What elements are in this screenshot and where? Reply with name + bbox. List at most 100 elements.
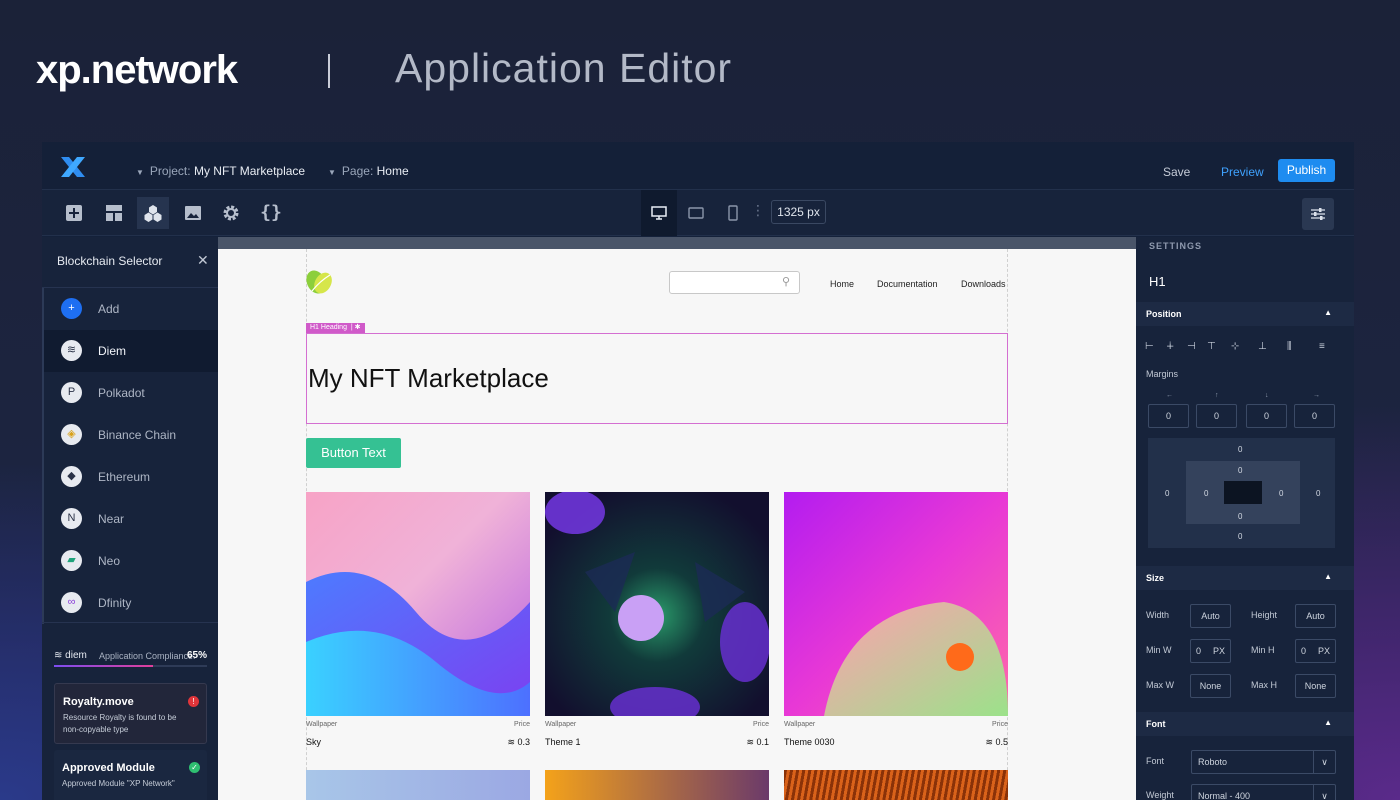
position-section-header[interactable]: Position ▲ — [1136, 302, 1354, 326]
min-width-input[interactable]: 0 PX — [1190, 639, 1231, 663]
add-chain-item[interactable]: + Add — [42, 288, 218, 330]
max-width-input[interactable]: None — [1190, 674, 1231, 698]
mobile-icon[interactable] — [715, 190, 751, 236]
chain-item-ethereum[interactable]: ◆ Ethereum — [42, 456, 218, 498]
padding-bottom-value[interactable]: 0 — [1238, 512, 1242, 521]
font-select[interactable]: Roboto ∨ — [1191, 750, 1336, 774]
align-bottom-icon[interactable]: ⊥ — [1258, 341, 1267, 352]
search-icon: ⚲ — [781, 276, 790, 288]
align-top-icon[interactable]: ⊤ — [1207, 341, 1216, 352]
preview-button[interactable]: Preview — [1221, 165, 1264, 179]
site-search-input[interactable]: ⚲ — [669, 271, 800, 294]
selected-heading-block[interactable]: My NFT Marketplace — [306, 333, 1008, 424]
tablet-icon[interactable] — [678, 190, 714, 236]
nav-link-documentation[interactable]: Documentation — [877, 279, 938, 289]
site-cta-button[interactable]: Button Text — [306, 438, 401, 468]
nft-image — [306, 492, 530, 716]
blocks-icon[interactable] — [137, 197, 169, 229]
padding-right-value[interactable]: 0 — [1279, 489, 1283, 498]
editor-window: ▼ Project: My NFT Marketplace ▼ Page: Home… — [42, 142, 1354, 800]
compliance-progress-fill — [54, 665, 154, 667]
weight-select[interactable]: Normal - 400 ∨ — [1191, 784, 1336, 800]
site-heading[interactable]: My NFT Marketplace — [308, 363, 549, 394]
margin-top-value[interactable]: 0 — [1238, 445, 1242, 454]
chain-item-near[interactable]: N Near — [42, 498, 218, 540]
padding-left-value[interactable]: 0 — [1204, 489, 1208, 498]
nft-card[interactable]: Wallpaper Price Sky ≋ 0.3 — [306, 492, 530, 747]
check-icon: ✓ — [189, 762, 200, 773]
padding-top-value[interactable]: 0 — [1238, 466, 1242, 475]
neo-icon: ▰ — [61, 550, 82, 571]
plus-icon: + — [61, 298, 82, 319]
padding-box: 0 0 0 0 — [1186, 461, 1300, 524]
polkadot-icon: P — [61, 382, 82, 403]
code-icon[interactable]: {} — [255, 197, 287, 229]
nft-name: Sky — [306, 737, 322, 747]
margin-left-input[interactable]: 0 — [1148, 404, 1189, 428]
max-width-label: Max W — [1146, 680, 1174, 690]
align-center-icon[interactable]: ∔ — [1166, 341, 1174, 352]
distribute-horizontal-icon[interactable]: ⫼ — [1287, 341, 1292, 352]
add-icon[interactable] — [58, 197, 90, 229]
box-model-editor: 0 0 0 0 0 0 0 0 — [1148, 438, 1335, 548]
chain-item-neo[interactable]: ▰ Neo — [42, 540, 218, 582]
save-button[interactable]: Save — [1163, 165, 1190, 179]
blockchain-selector-panel: Blockchain Selector ✕ + Add ≋ Diem P Polkad… — [42, 237, 218, 800]
nft-price-label: Price — [514, 721, 530, 728]
height-input[interactable]: Auto — [1295, 604, 1336, 628]
canvas[interactable]: ⚲ Home Documentation Downloads H1 Headin… — [218, 237, 1136, 800]
page-selector[interactable]: ▼ Page: Home — [328, 164, 409, 178]
settings-sliders-icon[interactable] — [1302, 198, 1334, 230]
gear-icon[interactable] — [215, 197, 247, 229]
issue-card-ok[interactable]: Approved Module Approved Module "XP Netw… — [54, 750, 207, 800]
distribute-vertical-icon[interactable]: ≡ — [1319, 341, 1325, 352]
project-selector[interactable]: ▼ Project: My NFT Marketplace — [136, 164, 305, 178]
chain-item-polkadot[interactable]: P Polkadot — [42, 372, 218, 414]
settings-panel: SETTINGS H1 Position ▲ ⊢ ∔ ⊣ ⊤ ⊹ ⊥ ⫼ ≡ Ma… — [1136, 237, 1354, 800]
nft-category: Wallpaper — [784, 721, 816, 728]
diem-icon: ≋ — [61, 340, 82, 361]
nft-price: ≋ 0.3 — [507, 737, 530, 747]
chain-item-diem[interactable]: ≋ Diem — [42, 330, 218, 372]
chevron-up-icon: ▲ — [1324, 308, 1332, 317]
min-height-input[interactable]: 0 PX — [1295, 639, 1336, 663]
nft-card[interactable]: Wallpaper Price Theme 0030 ≋ 0.5 — [784, 492, 1008, 747]
width-input[interactable]: Auto — [1190, 604, 1231, 628]
publish-button[interactable]: Publish — [1278, 159, 1335, 182]
close-icon[interactable]: ✕ — [197, 252, 209, 269]
align-middle-icon[interactable]: ⊹ — [1231, 341, 1239, 352]
selection-tag[interactable]: H1 Heading | ✱ — [306, 323, 365, 333]
xp-logo-icon[interactable] — [60, 156, 86, 178]
size-section-header[interactable]: Size ▲ — [1136, 566, 1354, 590]
margin-top-input[interactable]: 0 — [1196, 404, 1237, 428]
layout-icon[interactable] — [98, 197, 130, 229]
align-left-icon[interactable]: ⊢ — [1145, 341, 1154, 352]
nft-card[interactable]: Wallpaper Price Theme 1 ≋ 0.1 — [545, 490, 770, 747]
site-logo-icon[interactable] — [306, 269, 334, 295]
canvas-width-input[interactable]: 1325 px — [771, 200, 826, 224]
max-height-input[interactable]: None — [1295, 674, 1336, 698]
issue-card-error[interactable]: Royalty.move Resource Royalty is found t… — [54, 683, 207, 744]
margin-left-value[interactable]: 0 — [1165, 489, 1169, 498]
font-section-header[interactable]: Font ▲ — [1136, 712, 1354, 736]
card-title: Approved Module — [62, 762, 155, 774]
chain-item-binance[interactable]: ◈ Binance Chain — [42, 414, 218, 456]
nft-name: Theme 0030 — [784, 737, 835, 747]
gear-icon[interactable]: ✱ — [355, 324, 361, 331]
margin-bottom-input[interactable]: 0 — [1246, 404, 1287, 428]
compliance-progress-bar — [54, 665, 207, 667]
alignment-toolbar: ⊢ ∔ ⊣ ⊤ ⊹ ⊥ ⫼ ≡ — [1145, 341, 1345, 355]
align-right-icon[interactable]: ⊣ — [1187, 341, 1196, 352]
image-icon[interactable] — [177, 197, 209, 229]
nft-price: ≋ 0.1 — [746, 737, 769, 747]
chain-item-dfinity[interactable]: ∞ Dfinity — [42, 582, 218, 624]
margin-right-value[interactable]: 0 — [1316, 489, 1320, 498]
margin-right-input[interactable]: 0 — [1294, 404, 1335, 428]
nft-image — [784, 770, 1008, 800]
settings-header: SETTINGS — [1149, 241, 1203, 251]
margin-bottom-value[interactable]: 0 — [1238, 532, 1242, 541]
desktop-icon[interactable] — [641, 190, 677, 236]
nav-link-home[interactable]: Home — [830, 279, 854, 289]
nav-link-downloads[interactable]: Downloads — [961, 279, 1006, 289]
brand-logo: xp.network — [36, 48, 238, 92]
